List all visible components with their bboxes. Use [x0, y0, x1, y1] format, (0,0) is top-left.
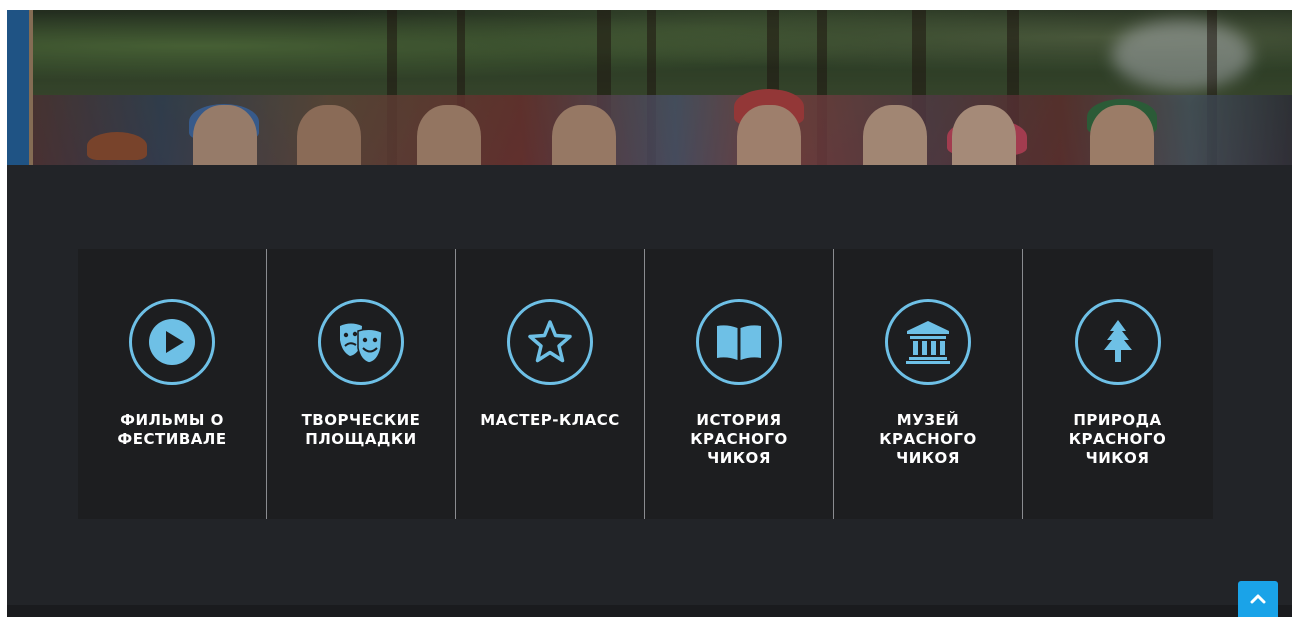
icon-ring	[507, 299, 593, 385]
feature-tiles: ФИЛЬМЫ О ФЕСТИВАЛЕ ТВОРЧЕСКИЕ ПЛОЩАДКИ М…	[78, 249, 1213, 519]
tile-history[interactable]: ИСТОРИЯ КРАСНОГО ЧИКОЯ	[645, 249, 834, 519]
tile-label: ТВОРЧЕСКИЕ ПЛОЩАДКИ	[301, 411, 421, 448]
scroll-to-top-button[interactable]	[1238, 581, 1278, 617]
icon-ring	[129, 299, 215, 385]
tile-master-class[interactable]: МАСТЕР-КЛАСС	[456, 249, 645, 519]
play-icon	[149, 319, 195, 365]
star-icon	[528, 320, 572, 363]
icon-ring	[696, 299, 782, 385]
tile-nature[interactable]: ПРИРОДА КРАСНОГО ЧИКОЯ	[1023, 249, 1212, 519]
tile-creative-venues[interactable]: ТВОРЧЕСКИЕ ПЛОЩАДКИ	[267, 249, 456, 519]
icon-ring	[1074, 299, 1161, 385]
tile-label: МУЗЕЙ КРАСНОГО ЧИКОЯ	[879, 411, 977, 467]
museum-icon	[906, 321, 950, 364]
tile-label: ПРИРОДА КРАСНОГО ЧИКОЯ	[1068, 411, 1167, 467]
tile-festival-films[interactable]: ФИЛЬМЫ О ФЕСТИВАЛЕ	[78, 249, 267, 519]
open-book-icon	[717, 325, 761, 360]
chevron-up-icon	[1250, 594, 1266, 604]
tree-icon	[1103, 320, 1132, 362]
icon-ring	[318, 299, 404, 385]
footer-strip	[7, 605, 1292, 617]
tile-label: МАСТЕР-КЛАСС	[480, 411, 620, 429]
icon-ring	[885, 299, 971, 385]
page: ФИЛЬМЫ О ФЕСТИВАЛЕ ТВОРЧЕСКИЕ ПЛОЩАДКИ М…	[7, 10, 1292, 617]
hero-banner-photo	[7, 10, 1292, 165]
tile-label: ИСТОРИЯ КРАСНОГО ЧИКОЯ	[690, 411, 788, 467]
tile-museum[interactable]: МУЗЕЙ КРАСНОГО ЧИКОЯ	[834, 249, 1023, 519]
tile-label: ФИЛЬМЫ О ФЕСТИВАЛЕ	[117, 411, 227, 448]
theater-masks-icon	[340, 323, 383, 364]
